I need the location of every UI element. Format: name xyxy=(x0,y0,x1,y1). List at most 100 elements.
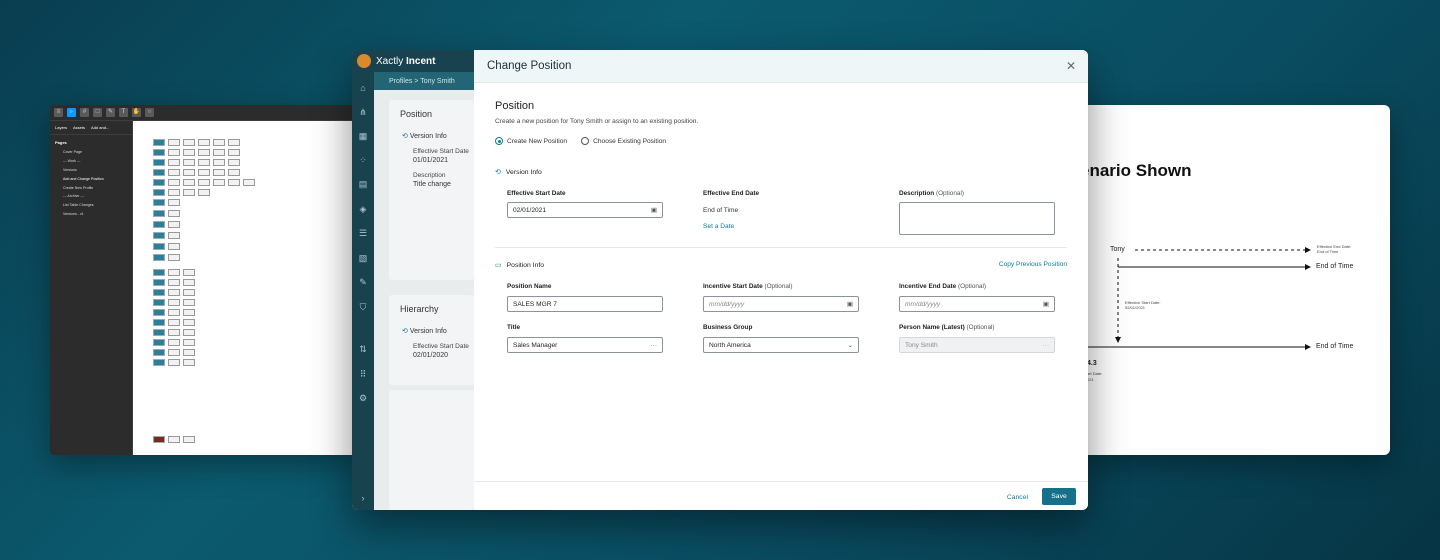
frame-thumbnail[interactable] xyxy=(183,299,195,306)
frame-thumbnail[interactable] xyxy=(183,269,195,276)
frame-thumbnail[interactable] xyxy=(168,269,180,276)
frame-thumbnail[interactable] xyxy=(153,149,165,156)
frame-thumbnail[interactable] xyxy=(168,159,180,166)
save-button[interactable]: Save xyxy=(1042,488,1076,505)
frame-thumbnail[interactable] xyxy=(168,179,180,186)
frame-thumbnail[interactable] xyxy=(213,149,225,156)
page-item-active[interactable]: Add and Change Position xyxy=(50,174,132,183)
title-input[interactable]: Sales Manager ··· xyxy=(507,337,663,353)
frame-thumbnail[interactable] xyxy=(153,319,165,326)
apps-grid-icon[interactable]: ⠿ xyxy=(357,368,369,380)
description-textarea[interactable] xyxy=(899,202,1055,235)
frame-thumbnail[interactable] xyxy=(153,232,165,239)
frame-thumbnail[interactable] xyxy=(168,139,180,146)
frame-thumbnail[interactable] xyxy=(183,339,195,346)
frame-thumbnail[interactable] xyxy=(153,359,165,366)
page-item[interactable]: List Table Changes xyxy=(50,201,132,210)
frame-thumbnail[interactable] xyxy=(153,179,165,186)
frame-thumbnail[interactable] xyxy=(168,349,180,356)
frame-thumbnail[interactable] xyxy=(228,159,240,166)
frame-thumbnail[interactable] xyxy=(168,436,180,443)
clipboard-icon[interactable]: ▤ xyxy=(357,178,369,190)
frame-thumbnail[interactable] xyxy=(153,279,165,286)
position-name-input[interactable]: SALES MGR 7 xyxy=(507,296,663,312)
frame-thumbnail[interactable] xyxy=(213,139,225,146)
frame-thumbnail[interactable] xyxy=(183,436,195,443)
frame-tool-icon[interactable]: # xyxy=(80,108,89,117)
transfer-icon[interactable]: ⇅ xyxy=(357,343,369,355)
shield-icon[interactable]: ⛉ xyxy=(357,301,369,313)
frame-thumbnail[interactable] xyxy=(198,179,210,186)
figma-canvas[interactable] xyxy=(133,121,360,455)
incentive-end-date-input[interactable]: mm/dd/yyyy ▣ xyxy=(899,296,1055,312)
frame-thumbnail[interactable] xyxy=(168,309,180,316)
frame-thumbnail[interactable] xyxy=(183,279,195,286)
frame-thumbnail[interactable] xyxy=(153,210,165,217)
page-item[interactable]: Cover Page xyxy=(50,148,132,157)
copy-previous-position-link[interactable]: Copy Previous Position xyxy=(999,261,1067,268)
frame-thumbnail[interactable] xyxy=(228,169,240,176)
frame-thumbnail[interactable] xyxy=(198,139,210,146)
frame-thumbnail[interactable] xyxy=(168,299,180,306)
cancel-button[interactable]: Cancel xyxy=(1007,494,1028,501)
frame-thumbnail[interactable] xyxy=(153,254,165,261)
frame-thumbnail[interactable] xyxy=(183,189,195,196)
frame-thumbnail[interactable] xyxy=(168,232,180,239)
radio-choose-existing[interactable] xyxy=(581,137,590,145)
frame-thumbnail[interactable] xyxy=(183,349,195,356)
frame-thumbnail[interactable] xyxy=(153,349,165,356)
expand-nav-icon[interactable]: › xyxy=(357,492,369,504)
tab-page[interactable]: Add and... xyxy=(91,125,109,130)
apps-icon[interactable]: ⁘ xyxy=(357,154,369,166)
set-date-link[interactable]: Set a Date xyxy=(703,223,734,230)
frame-thumbnail[interactable] xyxy=(228,139,240,146)
frame-thumbnail[interactable] xyxy=(153,269,165,276)
close-icon[interactable]: ✕ xyxy=(1066,59,1076,73)
frame-thumbnail[interactable] xyxy=(168,329,180,336)
eff-start-date-input[interactable]: 02/01/2021 ▣ xyxy=(507,202,663,218)
frame-thumbnail[interactable] xyxy=(153,339,165,346)
radio-create-new-label[interactable]: Create New Position xyxy=(507,138,567,145)
frame-thumbnail[interactable] xyxy=(183,289,195,296)
frame-thumbnail[interactable] xyxy=(168,359,180,366)
frame-thumbnail[interactable] xyxy=(168,210,180,217)
frame-thumbnail[interactable] xyxy=(168,169,180,176)
layers-icon[interactable]: ◈ xyxy=(357,203,369,215)
radio-choose-existing-label[interactable]: Choose Existing Position xyxy=(593,138,666,145)
page-item[interactable]: Create New Profile xyxy=(50,183,132,192)
breadcrumb[interactable]: Profiles > Tony Smith xyxy=(374,72,474,90)
tab-assets[interactable]: Assets xyxy=(73,125,85,130)
page-item[interactable]: Versions xyxy=(50,166,132,175)
frame-thumbnail[interactable] xyxy=(243,179,255,186)
frame-thumbnail[interactable] xyxy=(153,289,165,296)
frame-thumbnail[interactable] xyxy=(183,139,195,146)
document-settings-icon[interactable]: ▧ xyxy=(357,252,369,264)
frame-thumbnail[interactable] xyxy=(168,289,180,296)
page-item[interactable]: --- Archive --- xyxy=(50,192,132,201)
frame-thumbnail[interactable] xyxy=(153,243,165,250)
frame-thumbnail[interactable] xyxy=(168,221,180,228)
business-group-select[interactable]: North America ⌄ xyxy=(703,337,859,353)
frame-thumbnail[interactable] xyxy=(198,149,210,156)
frame-thumbnail[interactable] xyxy=(213,169,225,176)
frame-thumbnail[interactable] xyxy=(153,199,165,206)
text-tool-icon[interactable]: T xyxy=(119,108,128,117)
edit-doc-icon[interactable]: ✎ xyxy=(357,276,369,288)
shape-tool-icon[interactable]: □ xyxy=(93,108,102,117)
hierarchy-icon[interactable]: ⋔ xyxy=(357,106,369,118)
menu-icon[interactable]: ≡ xyxy=(54,108,63,117)
frame-thumbnail[interactable] xyxy=(153,159,165,166)
frame-thumbnail[interactable] xyxy=(153,189,165,196)
table-icon[interactable]: ▦ xyxy=(357,130,369,142)
pen-tool-icon[interactable]: ✎ xyxy=(106,108,115,117)
move-tool-icon[interactable]: ▹ xyxy=(67,108,76,117)
settings-icon[interactable]: ⚙ xyxy=(357,392,369,404)
frame-thumbnail[interactable] xyxy=(168,279,180,286)
frame-thumbnail[interactable] xyxy=(198,159,210,166)
frame-thumbnail[interactable] xyxy=(168,149,180,156)
frame-thumbnail[interactable] xyxy=(228,179,240,186)
frame-thumbnail[interactable] xyxy=(168,243,180,250)
incentive-start-date-input[interactable]: mm/dd/yyyy ▣ xyxy=(703,296,859,312)
calendar-icon[interactable]: ▣ xyxy=(651,206,657,214)
radio-create-new[interactable] xyxy=(495,137,503,145)
